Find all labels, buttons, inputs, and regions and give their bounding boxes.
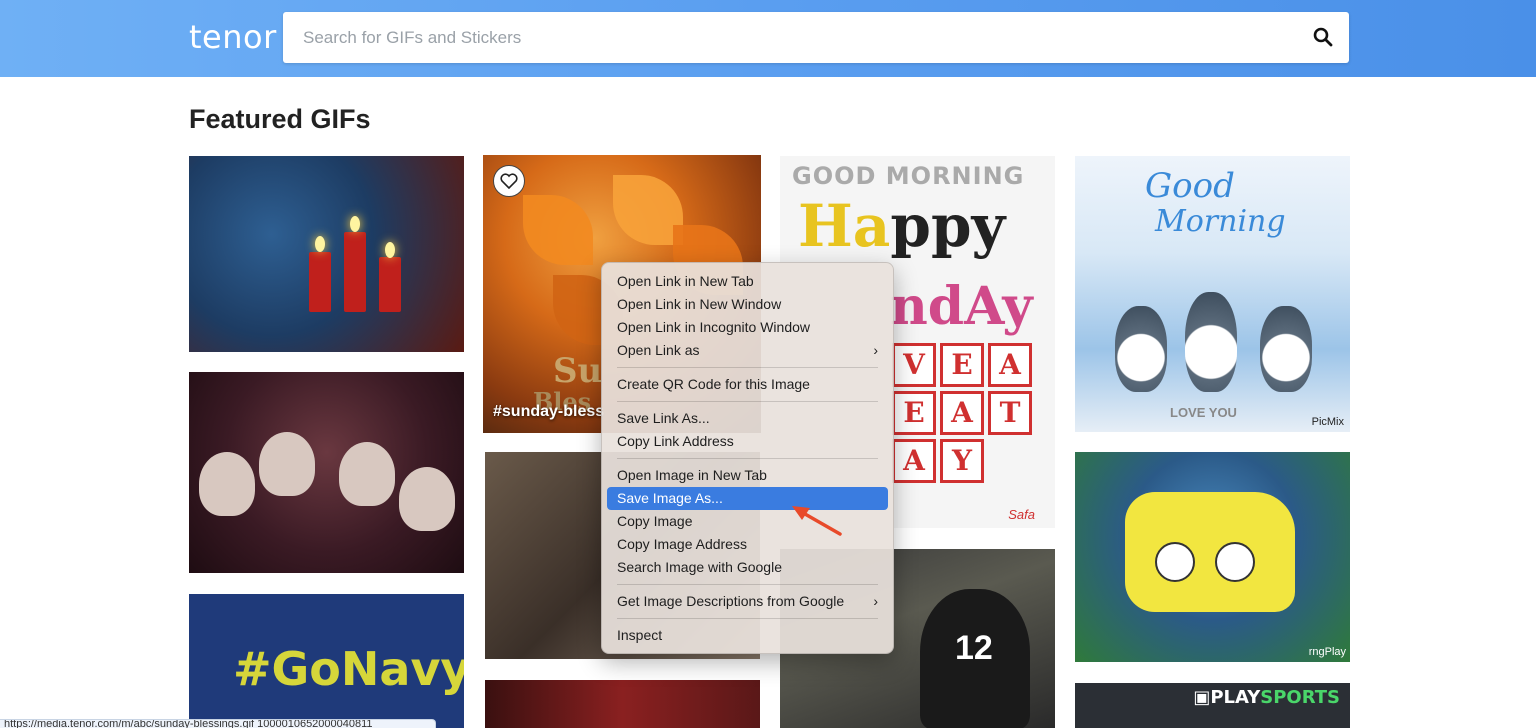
menu-item-label: Open Link as xyxy=(617,342,700,358)
menu-separator xyxy=(617,401,878,402)
overlay-text: Morning xyxy=(1155,204,1286,239)
playsports-logo-icon: ▣ xyxy=(1193,687,1211,708)
favorite-button[interactable] xyxy=(493,165,525,197)
eye xyxy=(1215,542,1255,582)
candle xyxy=(344,232,366,312)
penguin xyxy=(1260,306,1312,392)
menu-item-save-link-as[interactable]: Save Link As... xyxy=(607,407,888,430)
menu-separator xyxy=(617,618,878,619)
gif-tile-good-morning[interactable]: Good Morning LOVE YOU PicMix xyxy=(1075,156,1350,432)
overlay-text: ndAy xyxy=(890,276,1033,337)
overlay-text: GOOD MORNING xyxy=(792,162,1025,190)
gif-tile-basketball[interactable] xyxy=(485,680,760,728)
chevron-right-icon: › xyxy=(873,342,878,358)
search-input[interactable] xyxy=(303,12,1283,63)
letter-block: T xyxy=(988,391,1032,435)
letter-block: A xyxy=(940,391,984,435)
menu-separator xyxy=(617,367,878,368)
status-bar-url: https://media.tenor.com/m/abc/sunday-ble… xyxy=(0,719,436,728)
leaf xyxy=(523,195,593,265)
skull xyxy=(399,467,455,531)
letter-blocks: VEA EAT AY xyxy=(890,341,1034,485)
menu-item-open-link-new-tab[interactable]: Open Link in New Tab xyxy=(607,270,888,293)
menu-item-inspect[interactable]: Inspect xyxy=(607,624,888,647)
chevron-right-icon: › xyxy=(873,593,878,609)
menu-item-copy-link-address[interactable]: Copy Link Address xyxy=(607,430,888,453)
eye xyxy=(1155,542,1195,582)
context-menu: Open Link in New Tab Open Link in New Wi… xyxy=(601,262,894,654)
menu-item-open-image-new-tab[interactable]: Open Image in New Tab xyxy=(607,464,888,487)
overlay-text: #GoNavy xyxy=(233,642,464,696)
gif-tile-spongebob[interactable]: rngPlay xyxy=(1075,452,1350,662)
overlay-text: Happy xyxy=(798,192,1006,260)
letter-block: E xyxy=(940,343,984,387)
menu-item-open-link-new-window[interactable]: Open Link in New Window xyxy=(607,293,888,316)
gif-tile-skeletons[interactable] xyxy=(189,372,464,573)
search-box[interactable] xyxy=(283,12,1349,63)
letter-block: V xyxy=(892,343,936,387)
letter-block: Y xyxy=(940,439,984,483)
letter-block: A xyxy=(892,439,936,483)
letter-block: E xyxy=(892,391,936,435)
penguin xyxy=(1185,292,1237,392)
flame xyxy=(315,236,325,252)
overlay-text: Su xyxy=(553,351,603,391)
watermark: rngPlay xyxy=(1308,646,1346,658)
caption: LOVE YOU xyxy=(1170,405,1237,420)
search-icon[interactable] xyxy=(1313,27,1333,47)
top-bar: tenor xyxy=(0,0,1536,77)
spongebob xyxy=(1125,492,1295,612)
candle xyxy=(379,257,401,312)
menu-item-search-image-google[interactable]: Search Image with Google xyxy=(607,556,888,579)
menu-item-open-link-incognito[interactable]: Open Link in Incognito Window xyxy=(607,316,888,339)
skull xyxy=(339,442,395,506)
menu-item-get-image-descriptions[interactable]: Get Image Descriptions from Google › xyxy=(607,590,888,613)
annotation-arrow-icon xyxy=(792,506,842,536)
menu-item-open-link-as[interactable]: Open Link as › xyxy=(607,339,888,362)
brand-watermark: ▣PLAYSPORTS xyxy=(1193,687,1340,708)
menu-separator xyxy=(617,584,878,585)
heart-icon xyxy=(500,173,518,189)
overlay-text: Good xyxy=(1145,166,1235,206)
letter-block: A xyxy=(988,343,1032,387)
gif-tile-playsports[interactable]: ▣PLAYSPORTS xyxy=(1075,683,1350,728)
page-title: Featured GIFs xyxy=(189,104,371,134)
skull xyxy=(199,452,255,516)
gif-tile-christmas[interactable] xyxy=(189,156,464,352)
menu-separator xyxy=(617,458,878,459)
candle xyxy=(309,252,331,312)
tenor-logo[interactable]: tenor xyxy=(189,18,277,56)
penguin xyxy=(1115,306,1167,392)
signature: Safa xyxy=(1008,507,1035,522)
watermark: PicMix xyxy=(1311,416,1344,428)
gif-tag[interactable]: #sunday-bless xyxy=(493,403,604,421)
flame xyxy=(385,242,395,258)
flame xyxy=(350,216,360,232)
jersey-number: 12 xyxy=(955,629,993,667)
menu-item-create-qr-code[interactable]: Create QR Code for this Image xyxy=(607,373,888,396)
menu-item-label: Get Image Descriptions from Google xyxy=(617,593,845,609)
gif-tile-gonavy[interactable]: #GoNavy xyxy=(189,594,464,728)
skull xyxy=(259,432,315,496)
